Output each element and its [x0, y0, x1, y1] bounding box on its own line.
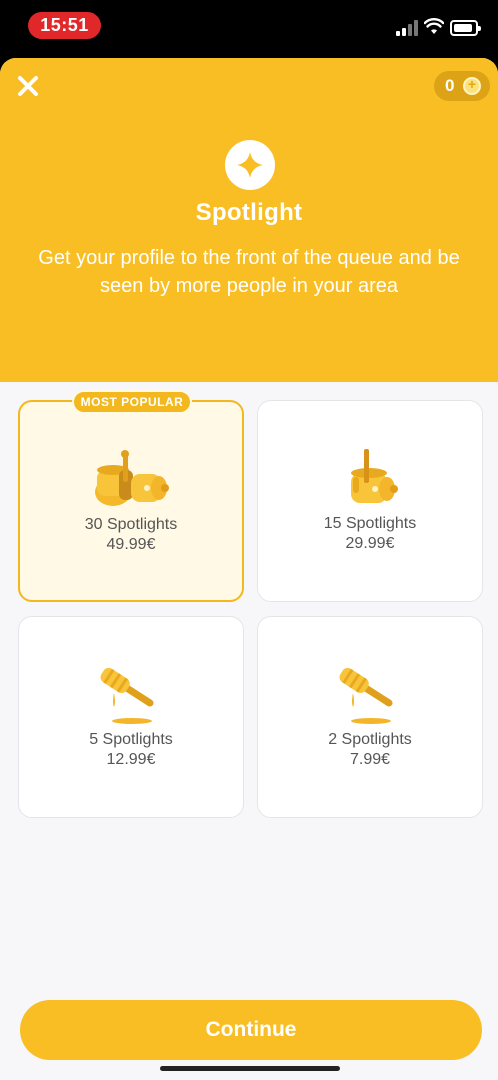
- package-price: 29.99€: [345, 535, 395, 552]
- package-name: 15 Spotlights: [323, 515, 417, 532]
- wifi-icon: [424, 18, 444, 34]
- package-name: 2 Spotlights: [328, 731, 412, 748]
- spotlight-sheet: 0 Spotlight Get your profile to the fron…: [0, 58, 498, 1080]
- honey-jars-large-icon: [95, 450, 169, 506]
- package-card-15[interactable]: 15 Spotlights 29.99€: [257, 400, 483, 602]
- package-price: 7.99€: [349, 751, 391, 768]
- package-price: 49.99€: [106, 536, 156, 553]
- page-title: Spotlight: [195, 199, 303, 226]
- continue-button[interactable]: Continue: [20, 1000, 482, 1060]
- cellular-signal-icon: [396, 20, 418, 36]
- package-name: 5 Spotlights: [89, 731, 173, 748]
- package-name: 30 Spotlights: [84, 516, 178, 533]
- coin-balance[interactable]: 0: [434, 71, 490, 101]
- status-time: 15:51: [28, 12, 101, 39]
- package-price: 12.99€: [106, 751, 156, 768]
- status-bar: 15:51: [0, 0, 498, 58]
- spotlight-star-icon: [225, 140, 275, 190]
- home-indicator: [160, 1066, 340, 1071]
- most-popular-badge: MOST POPULAR: [72, 390, 192, 414]
- package-card-30[interactable]: MOST POPULAR 30 Spotlights 49.99€: [18, 390, 244, 602]
- package-card-2[interactable]: 2 Spotlights 7.99€: [257, 616, 483, 818]
- coin-icon: [463, 76, 481, 95]
- battery-icon: [450, 20, 481, 36]
- honey-jar-icon: [351, 449, 398, 503]
- coin-count: 0: [445, 76, 455, 95]
- page-subtitle: Get your profile to the front of the que…: [38, 247, 460, 297]
- honey-dipper-small-icon: [339, 667, 393, 724]
- honey-dipper-icon: [100, 667, 154, 724]
- close-icon[interactable]: [14, 72, 42, 100]
- spotlight-header: 0 Spotlight Get your profile to the fron…: [0, 58, 498, 382]
- package-card-5[interactable]: 5 Spotlights 12.99€: [18, 616, 244, 818]
